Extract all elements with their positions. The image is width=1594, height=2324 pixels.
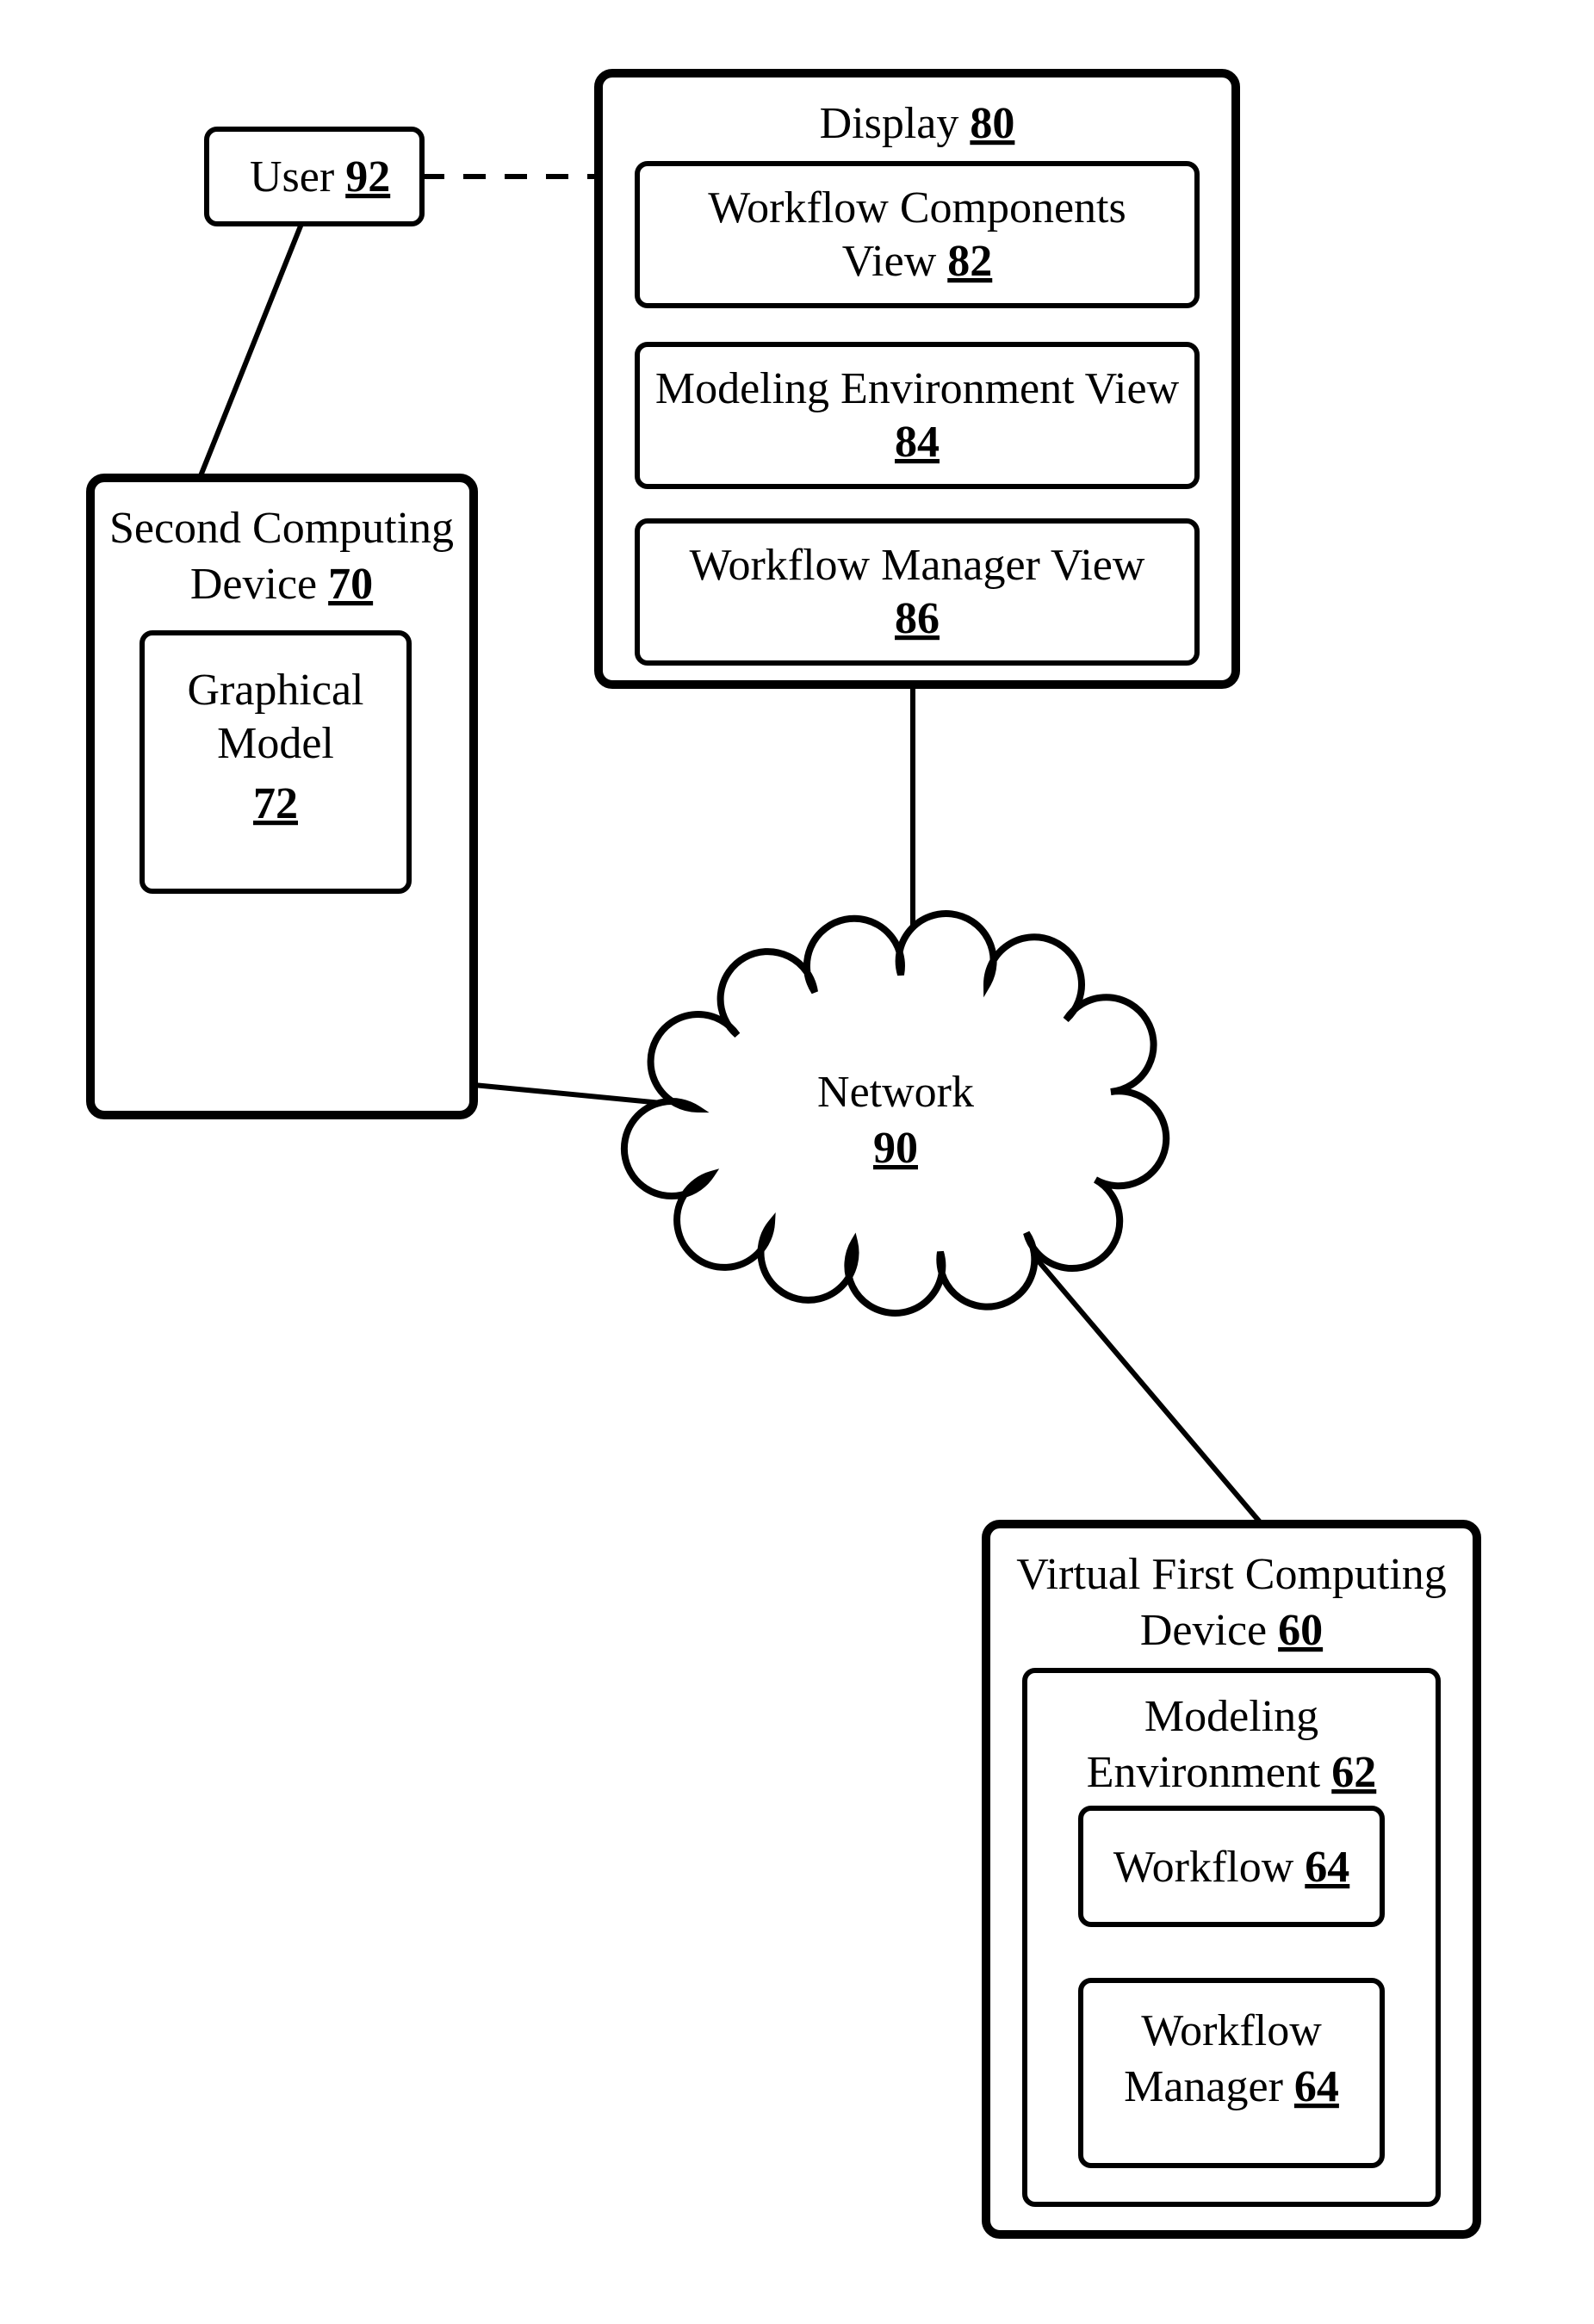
network-label: Network <box>817 1068 974 1117</box>
wm-line1: Workflow <box>1141 2006 1322 2055</box>
gm-num: 72 <box>253 779 298 828</box>
second-line2: Device 70 <box>190 560 373 609</box>
user-label: User 92 <box>250 152 390 201</box>
graphical-model-box: Graphical Model 72 <box>142 633 409 891</box>
display-title: Display 80 <box>820 99 1015 148</box>
wc-line2: View 82 <box>842 237 993 286</box>
me-line1: Modeling <box>1144 1692 1318 1741</box>
mev-line1: Modeling Environment View <box>655 364 1180 413</box>
gm-line1: Graphical <box>187 666 363 715</box>
second-computing-device-box: Second Computing Device 70 Graphical Mod… <box>90 478 474 1115</box>
wc-line1: Workflow Components <box>708 183 1126 232</box>
workflow-manager-view-box: Workflow Manager View 86 <box>637 521 1197 663</box>
virtual-first-computing-device-box: Virtual First Computing Device 60 Modeli… <box>986 1524 1477 2234</box>
display-box: Display 80 Workflow Components View 82 M… <box>599 73 1236 685</box>
virtual-line2: Device 60 <box>1140 1606 1323 1655</box>
wmv-num: 86 <box>895 594 940 643</box>
wf-label: Workflow 64 <box>1113 1843 1350 1892</box>
link-network-virtual <box>1020 1240 1262 1524</box>
mev-num: 84 <box>895 418 940 467</box>
link-user-second-device <box>200 224 301 478</box>
user-box: User 92 <box>207 129 422 224</box>
workflow-manager-box: Workflow Manager 64 <box>1081 1980 1382 2166</box>
system-diagram: User 92 Display 80 Workflow Components V… <box>0 0 1594 2324</box>
gm-line2: Model <box>217 719 334 768</box>
workflow-box: Workflow 64 <box>1081 1808 1382 1924</box>
modeling-environment-box: Modeling Environment 62 Workflow 64 Work… <box>1025 1670 1438 2204</box>
wm-line2: Manager 64 <box>1124 2062 1339 2111</box>
network-cloud: Network 90 <box>624 914 1166 1313</box>
modeling-environment-view-box: Modeling Environment View 84 <box>637 344 1197 486</box>
wmv-line1: Workflow Manager View <box>690 541 1145 590</box>
network-num: 90 <box>873 1124 918 1173</box>
workflow-components-view-box: Workflow Components View 82 <box>637 164 1197 306</box>
second-line1: Second Computing <box>109 504 454 553</box>
me-line2: Environment 62 <box>1087 1748 1377 1797</box>
virtual-line1: Virtual First Computing <box>1016 1550 1447 1599</box>
